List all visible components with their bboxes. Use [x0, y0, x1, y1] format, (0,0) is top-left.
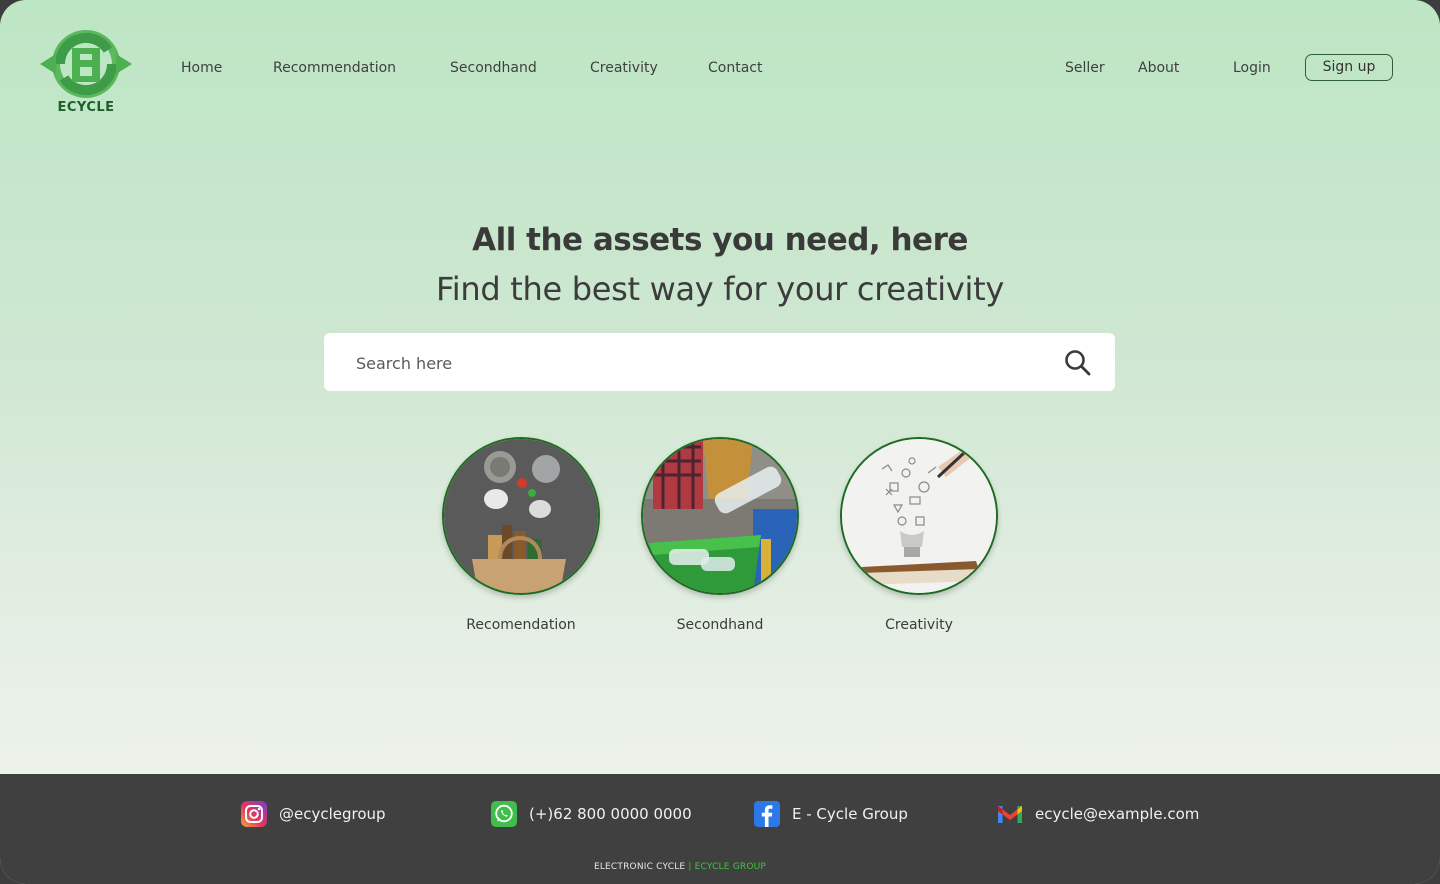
page-frame: ECYCLE Home Recommendation Secondhand Cr…	[0, 0, 1440, 884]
copyright: ELECTRONIC CYCLE | ECYCLE GROUP	[0, 862, 1360, 872]
category-label: Creativity	[885, 617, 953, 633]
recyclables-bag-image[interactable]	[442, 437, 600, 595]
instagram-icon	[241, 801, 267, 827]
nav-creativity[interactable]: Creativity	[590, 58, 658, 78]
hero-subline: Find the best way for your creativity	[436, 270, 1004, 308]
lightbulb-sketch-image[interactable]	[840, 437, 998, 595]
nav-contact[interactable]: Contact	[708, 58, 762, 78]
whatsapp-number: (+)62 800 0000 0000	[529, 805, 692, 823]
hero-headline: All the assets you need, here	[472, 222, 968, 258]
plastic-bottles-bin-image[interactable]	[641, 437, 799, 595]
category-secondhand[interactable]: Secondhand	[641, 437, 799, 633]
whatsapp-icon	[491, 801, 517, 827]
footer-whatsapp[interactable]: (+)62 800 0000 0000	[491, 801, 692, 827]
email-address: ecycle@example.com	[1035, 805, 1200, 823]
category-creativity[interactable]: Creativity	[840, 437, 998, 633]
gmail-icon	[998, 806, 1022, 823]
search-icon[interactable]	[1064, 349, 1092, 377]
search-input[interactable]	[354, 333, 1038, 393]
facebook-page: E - Cycle Group	[792, 805, 908, 823]
footer-facebook[interactable]: E - Cycle Group	[754, 801, 908, 827]
footer-email[interactable]: ecycle@example.com	[997, 801, 1199, 827]
category-recommendation[interactable]: Recomendation	[442, 437, 600, 633]
instagram-handle: @ecyclegroup	[279, 805, 386, 823]
copyright-left: ELECTRONIC CYCLE	[593, 862, 686, 872]
footer-instagram[interactable]: @ecyclegroup	[241, 801, 386, 827]
facebook-icon	[754, 801, 780, 827]
signup-button[interactable]: Sign up	[1305, 54, 1393, 81]
nav-about[interactable]: About	[1138, 58, 1179, 78]
nav-home[interactable]: Home	[181, 58, 222, 78]
nav-seller[interactable]: Seller	[1065, 58, 1105, 78]
nav-secondhand[interactable]: Secondhand	[450, 58, 537, 78]
footer: @ecyclegroup (+)62 800 0000 0000 E - Cyc…	[0, 774, 1440, 884]
copyright-right: ECYCLE GROUP	[694, 862, 767, 872]
brand-name: ECYCLE	[57, 100, 115, 115]
copyright-separator: |	[688, 862, 692, 872]
nav-recommendation[interactable]: Recommendation	[273, 58, 396, 78]
search-bar	[324, 333, 1115, 393]
nav-login[interactable]: Login	[1233, 58, 1271, 78]
